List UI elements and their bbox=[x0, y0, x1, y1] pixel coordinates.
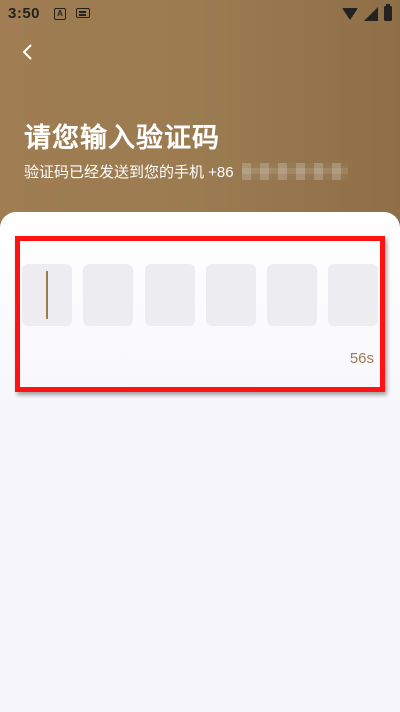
status-time: 3:50 bbox=[8, 5, 41, 22]
wifi-icon bbox=[342, 7, 358, 20]
status-bar: 3:50 A bbox=[0, 0, 400, 28]
subtitle-row: 验证码已经发送到您的手机 +86 bbox=[24, 161, 348, 182]
signal-icon bbox=[364, 6, 378, 21]
a-notification-icon: A bbox=[54, 8, 66, 20]
subtitle-text: 验证码已经发送到您的手机 +86 bbox=[24, 164, 234, 181]
masked-phone-number bbox=[241, 163, 348, 180]
highlight-annotation-box bbox=[15, 236, 385, 392]
back-button[interactable] bbox=[14, 38, 42, 66]
status-right-icons bbox=[342, 4, 392, 21]
keyboard-icon bbox=[76, 8, 90, 18]
page-title: 请您输入验证码 bbox=[24, 123, 220, 153]
chevron-left-icon bbox=[22, 44, 32, 60]
battery-icon bbox=[384, 4, 392, 21]
